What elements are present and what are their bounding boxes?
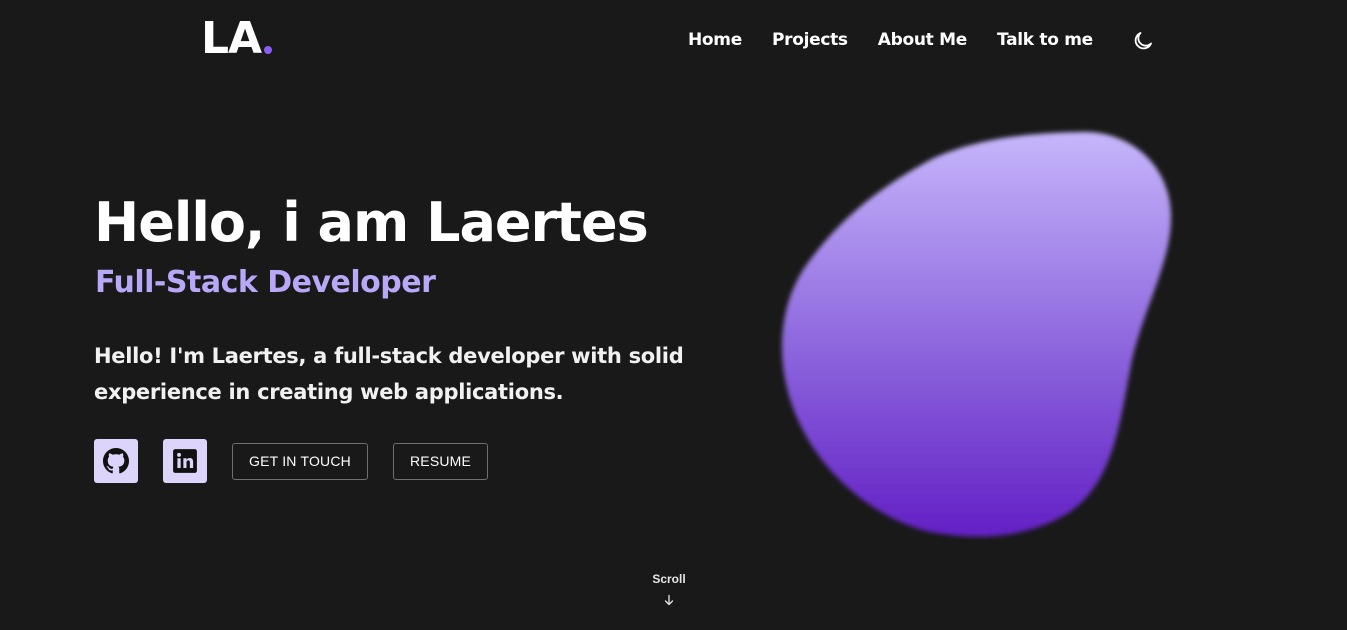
logo-text: LA (201, 13, 262, 64)
arrow-down-icon (664, 594, 674, 606)
get-in-touch-button[interactable]: GET IN TOUCH (232, 442, 368, 480)
hero-actions: GET IN TOUCH RESUME (94, 439, 513, 483)
moon-icon (1134, 32, 1152, 50)
nav-about-me[interactable]: About Me (878, 29, 968, 51)
hero-description: Hello! I'm Laertes, a full-stack develop… (94, 344, 684, 404)
nav-talk-to-me[interactable]: Talk to me (997, 29, 1093, 51)
nav-projects[interactable]: Projects (772, 29, 848, 51)
scroll-label: Scroll (652, 572, 686, 586)
nav-home[interactable]: Home (688, 29, 742, 51)
hero-subtitle: Full-Stack Developer (95, 265, 436, 300)
main-nav: Home Projects About Me Talk to me (688, 29, 1093, 51)
gradient-blob (782, 131, 1172, 537)
scroll-indicator[interactable]: Scroll (640, 572, 698, 606)
linkedin-icon (173, 449, 197, 473)
theme-toggle-button[interactable] (1131, 29, 1155, 53)
linkedin-button[interactable] (163, 439, 207, 483)
hero-title: Hello, i am Laertes (94, 191, 649, 254)
resume-button[interactable]: RESUME (392, 442, 489, 480)
site-logo[interactable]: LA (201, 13, 273, 64)
github-icon (103, 448, 129, 474)
page: LA Home Projects About Me Talk to me Hel… (0, 0, 1347, 630)
github-button[interactable] (94, 439, 138, 483)
logo-dot (264, 46, 273, 54)
